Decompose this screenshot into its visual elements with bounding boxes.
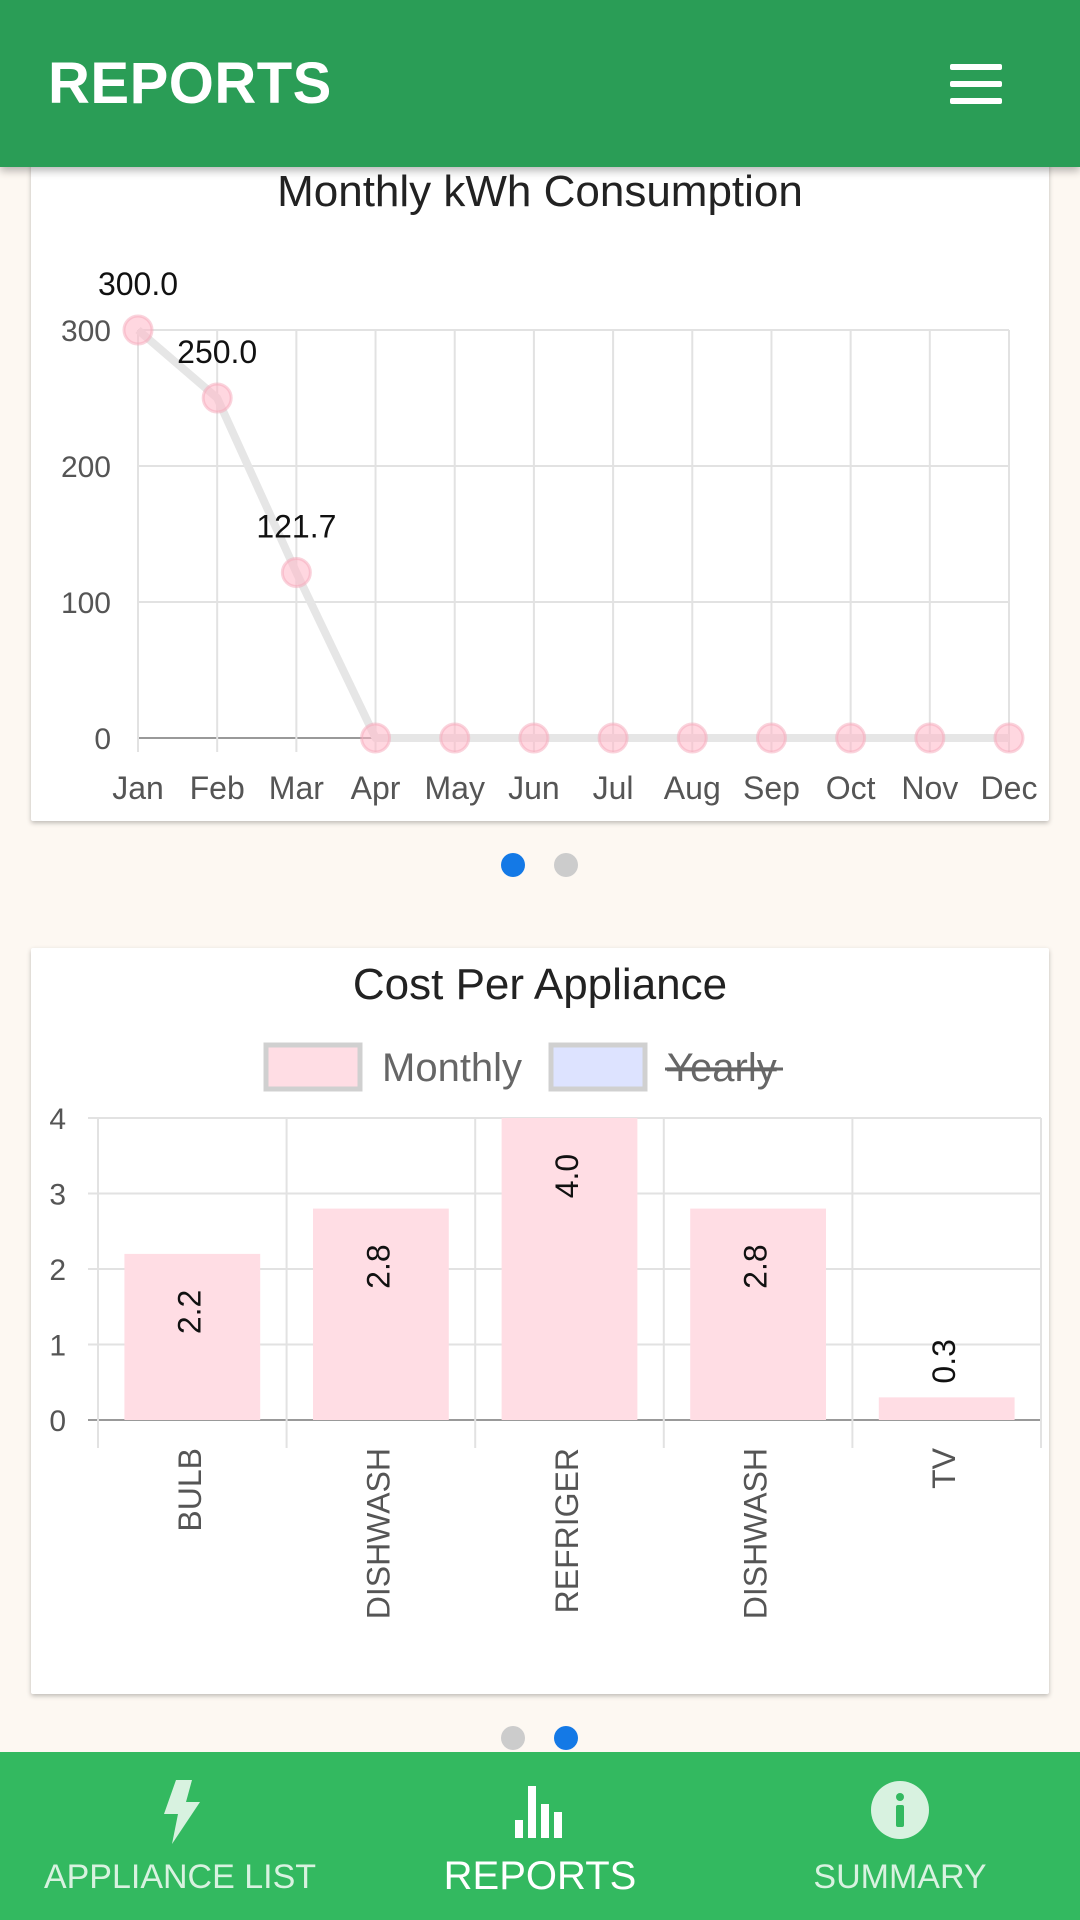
y-tick-label: 1: [49, 1330, 66, 1363]
y-tick-label: 4: [49, 1103, 66, 1136]
x-tick-label: Sep: [743, 770, 800, 806]
data-label: 250.0: [177, 334, 257, 370]
monthly-kwh-chart-card: Monthly kWh Consumption 0 100 200 300 Jan Feb M…: [31, 150, 1049, 821]
y-tick-label: 300: [61, 315, 111, 348]
data-point: [518, 722, 550, 754]
x-tick-label: DISHWASH: [360, 1448, 396, 1619]
data-point: [201, 382, 233, 414]
cost-per-appliance-chart-card: Cost Per Appliance Monthly Yearly 0 1 2 3 4 2.2 B…: [31, 948, 1049, 1694]
x-tick-label: Dec: [981, 770, 1038, 806]
data-point: [914, 722, 946, 754]
y-tick-label: 0: [94, 723, 111, 756]
legend-swatch: [263, 1042, 363, 1092]
data-label: 300.0: [98, 266, 178, 302]
chart-pager-2: [0, 1726, 1080, 1750]
x-tick-label: Nov: [901, 770, 958, 806]
data-point: [597, 722, 629, 754]
data-point: [439, 722, 471, 754]
data-point: [280, 556, 312, 588]
nav-appliance-list[interactable]: APPLIANCE LIST: [0, 1752, 360, 1920]
bar: [878, 1397, 1015, 1420]
nav-label-summary: SUMMARY: [813, 1858, 987, 1896]
bar: [124, 1253, 261, 1420]
y-tick-label: 200: [61, 451, 111, 484]
x-tick-label: REFRIGER: [549, 1448, 585, 1613]
monthly-kwh-line-chart: Monthly kWh Consumption 0 100 200 300 Jan Feb M…: [61, 167, 1038, 806]
legend-swatch: [548, 1042, 648, 1092]
data-label: 2.8: [738, 1244, 774, 1288]
x-tick-label: Apr: [351, 770, 401, 806]
x-tick-label: BULB: [172, 1448, 208, 1532]
y-tick-label: 100: [61, 587, 111, 620]
hamburger-menu-icon[interactable]: [946, 62, 1006, 106]
legend-label: Monthly: [382, 1046, 522, 1090]
data-point: [993, 722, 1025, 754]
pager-dot-1[interactable]: [501, 853, 525, 877]
nav-reports[interactable]: REPORTS: [360, 1752, 720, 1920]
data-label: 0.3: [926, 1339, 962, 1383]
y-tick-label: 3: [49, 1179, 66, 1212]
chart-title: Cost Per Appliance: [353, 960, 727, 1009]
pager-dot-2[interactable]: [554, 1726, 578, 1750]
x-tick-label: Oct: [826, 770, 876, 806]
data-label: 121.7: [256, 508, 336, 544]
x-tick-label: May: [425, 770, 485, 806]
x-tick-label: Jul: [593, 770, 634, 806]
x-tick-label: TV: [926, 1447, 962, 1489]
x-tick-label: Mar: [269, 770, 324, 806]
x-tick-label: Feb: [190, 770, 245, 806]
lightning-bolt-icon: [164, 1780, 200, 1844]
y-tick-label: 0: [49, 1405, 66, 1438]
data-label: 2.2: [172, 1290, 208, 1334]
y-tick-label: 2: [49, 1254, 66, 1287]
bar-chart-icon: [515, 1786, 562, 1838]
x-tick-label: DISHWASH: [738, 1448, 774, 1619]
data-point: [835, 722, 867, 754]
pager-dot-2[interactable]: [554, 853, 578, 877]
nav-summary[interactable]: SUMMARY: [720, 1752, 1080, 1920]
x-tick-label: Aug: [664, 770, 721, 806]
info-icon: [871, 1781, 929, 1839]
cost-per-appliance-bar-chart: Cost Per ApplianceMonthly Yearly012342.2B…: [49, 960, 1042, 1619]
data-point: [122, 314, 154, 346]
data-label: 4.0: [549, 1154, 585, 1198]
nav-label-reports: REPORTS: [443, 1854, 637, 1898]
bottom-navigation: APPLIANCE LIST REPORTS SUMMARY: [0, 1752, 1080, 1920]
chart-pager-1: [0, 853, 1080, 877]
data-point: [360, 722, 392, 754]
app-bar: REPORTS: [0, 0, 1080, 167]
bar: [313, 1208, 449, 1420]
x-tick-label: Jan: [112, 770, 164, 806]
bar: [690, 1208, 826, 1420]
data-label: 2.8: [360, 1244, 396, 1288]
chart-title: Monthly kWh Consumption: [277, 167, 803, 216]
page-title: REPORTS: [48, 51, 332, 116]
x-tick-label: Jun: [508, 770, 560, 806]
data-point: [676, 722, 708, 754]
nav-label-appliance-list: APPLIANCE LIST: [43, 1858, 317, 1896]
pager-dot-1[interactable]: [501, 1726, 525, 1750]
data-point: [755, 722, 787, 754]
